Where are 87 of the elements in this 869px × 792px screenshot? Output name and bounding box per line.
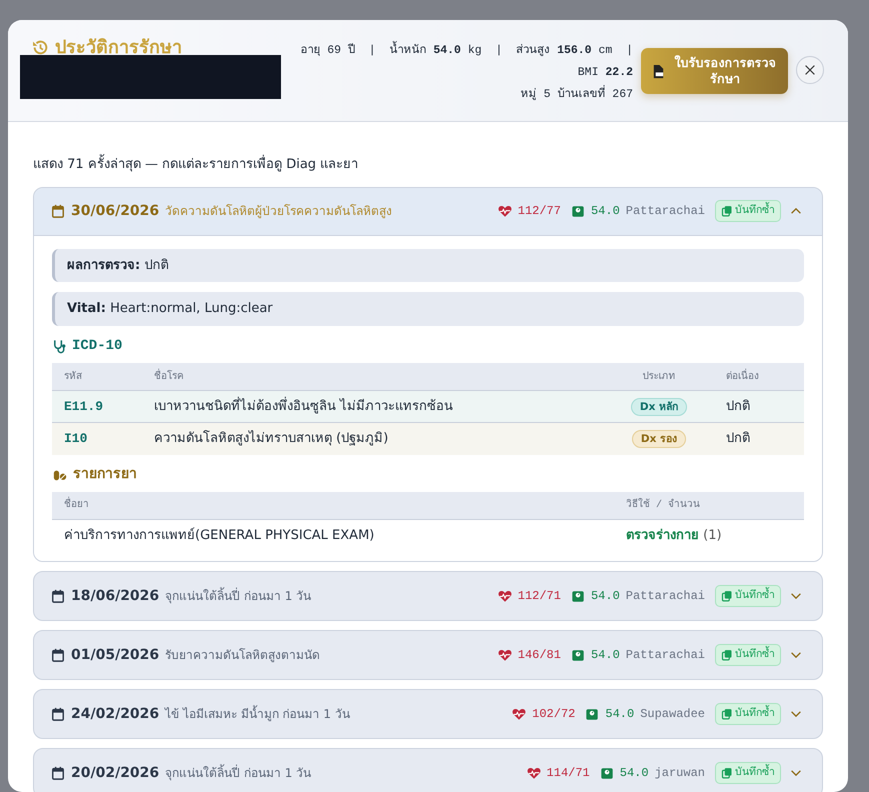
heart-icon [498,589,512,603]
blood-pressure: 102/72 [532,706,576,723]
calendar-icon [51,707,65,721]
weight-value: 54.0 [590,647,620,664]
calendar-icon [51,589,65,603]
copy-button[interactable]: บันทึกซ้ำ [715,585,781,607]
stethoscope-icon [52,338,67,354]
weight-value: 54.0 [590,588,620,605]
heart-icon [498,204,512,218]
section-title: รายการยา [73,466,137,484]
diagnosis-name: เบาหวานชนิดที่ไม่ต้องพึ่งอินซูลิน ไม่มีภาวะแทรกซ้อน [142,390,604,422]
visit-date: 24/02/2026 [71,704,160,724]
weight-value: 54.0 [620,765,649,782]
close-button[interactable] [796,56,824,84]
calendar-icon [51,766,65,780]
column-header: วิธีใช้ / จำนวน [614,492,804,519]
weight-value: 54.0 [590,203,620,220]
visit-date: 20/02/2026 [71,764,160,782]
column-header: รหัส [52,362,142,390]
close-icon [803,63,817,77]
doctor-name: jaruwan [654,765,705,782]
icd-code: I10 [52,422,142,454]
visit-complaint: ไข้ ไอมีเสมหะ มีน้ำมูก ก่อนมา 1 วัน [165,705,350,723]
scale-icon [570,589,585,603]
copy-button[interactable]: บันทึกซ้ำ [715,703,781,725]
column-header: ชื่อยา [52,492,614,519]
visit-complaint: วัดความดันโลหิตผู้ป่วยโรคความดันโลหิตสูง [165,203,392,220]
column-header: ประเภท [604,362,714,390]
calendar-icon [51,204,65,218]
visit-header[interactable]: 18/06/2026 จุกแน่นใต้ลิ้นปี่ ก่อนมา 1 วัน 112/71 54.0 Pattarachai บันทึกซ้ำ [34,572,822,620]
drug-usage: ตรวจร่างกาย [626,528,699,542]
visit-date: 18/06/2026 [71,586,160,606]
scale-icon [570,648,585,662]
visit-date: 01/05/2026 [71,646,160,664]
drug-quantity: (1) [703,528,722,542]
diagnosis-status: ปกติ [714,422,804,454]
visit-complaint: จุกแน่นใต้ลิ้นปี่ ก่อนมา 1 วัน [165,764,312,782]
doctor-name: Pattarachai [626,588,705,605]
pills-icon [52,468,68,482]
patient-stats: อายุ 69 ปี | น้ำหนัก 54.0 kg | ส่วนสูง 156.0 cm | BMI 22.2 [288,40,633,84]
visit-complaint: จุกแน่นใต้ลิ้นปี่ ก่อนมา 1 วัน [165,587,312,605]
visit-complaint: รับยาความดันโลหิตสูงตามนัด [165,647,320,664]
diagnosis-name: ความดันโลหิตสูงไม่ทราบสาเหตุ (ปฐมภูมิ) [142,422,604,454]
column-header: ชื่อโรค [142,362,604,390]
summary-text: แสดง 71 ครั้งล่าสุด — กดแต่ละรายการเพื่อดู Diag และยา [33,155,823,174]
copy-button[interactable]: บันทึกซ้ำ [715,762,781,784]
copy-button[interactable]: บันทึกซ้ำ [715,200,781,222]
document-icon [651,64,666,78]
certificate-button[interactable]: ใบรับรองการตรวจรักษา [641,48,788,94]
finding-text: ผลการตรวจ: ปกติ [52,248,804,282]
heart-icon [526,766,541,780]
visit-header[interactable]: 30/06/2026 วัดความดันโลหิตผู้ป่วยโรคความดันโลหิตสูง 112/77 54.0 Pattarachai บันทึกซ้ำ [34,188,822,236]
copy-icon [721,767,733,779]
patient-address: หมู่ 5 บ้านเลขที่ 267 [288,84,633,106]
scale-icon [570,204,585,218]
section-title: ICD-10 [72,336,122,356]
doctor-name: Supawadee [640,706,705,723]
blood-pressure: 112/71 [518,588,561,605]
history-icon [32,39,49,56]
icd-code: E11.9 [52,390,142,422]
doctor-name: Pattarachai [626,203,705,220]
copy-icon [721,708,733,720]
blood-pressure: 112/77 [518,203,561,220]
scale-icon [585,707,600,721]
weight-value: 54.0 [605,706,634,723]
blood-pressure: 114/71 [546,765,590,782]
modal-title: ประวัติการรักษา [55,36,182,60]
visit-header[interactable]: 20/02/2026 จุกแน่นใต้ลิ้นปี่ ก่อนมา 1 วัน 114/71 54.0 jaruwan บันทึกซ้ำ [34,749,822,792]
copy-icon [721,590,733,602]
visit-header[interactable]: 01/05/2026 รับยาความดันโลหิตสูงตามนัด 146/81 54.0 Pattarachai บันทึกซ้ำ [34,631,822,679]
column-header: ต่อเนื่อง [714,362,804,390]
scale-icon [600,766,614,780]
calendar-icon [51,648,65,662]
copy-icon [721,649,733,661]
finding-text: Vital: Heart:normal, Lung:clear [52,292,804,326]
diagnosis-type: Dx รอง [632,430,686,448]
visit-date: 30/06/2026 [71,202,160,220]
visit-header[interactable]: 24/02/2026 ไข้ ไอมีเสมหะ มีน้ำมูก ก่อนมา 1 วัน 102/72 54.0 Supawadee บันทึกซ้ำ [34,690,822,738]
heart-icon [498,648,512,662]
drug-name: ค่าบริการทางการแพทย์(GENERAL PHYSICAL EXAM) [52,519,614,551]
copy-button[interactable]: บันทึกซ้ำ [715,644,781,666]
diagnosis-type: Dx หลัก [630,398,688,416]
copy-icon [721,205,733,217]
doctor-name: Pattarachai [626,647,705,664]
heart-icon [512,707,526,721]
blood-pressure: 146/81 [518,647,561,664]
diagnosis-status: ปกติ [714,390,804,422]
